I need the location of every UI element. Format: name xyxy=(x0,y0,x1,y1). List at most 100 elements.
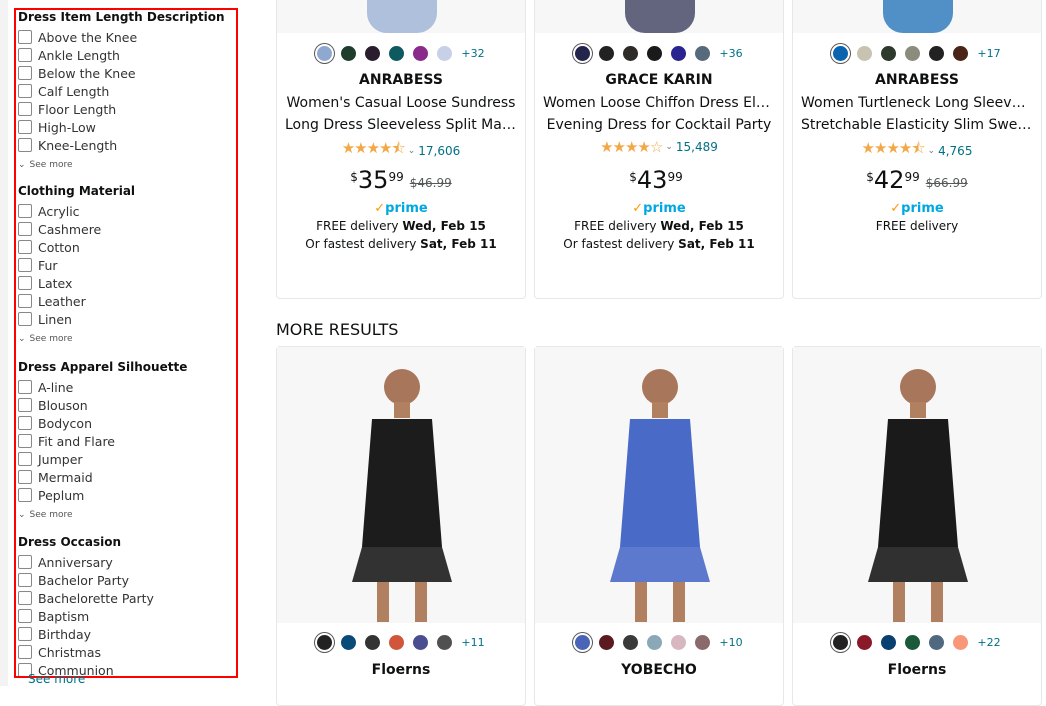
color-swatch[interactable] xyxy=(365,634,381,650)
more-colors-link[interactable]: +32 xyxy=(461,47,484,60)
more-colors-link[interactable]: +11 xyxy=(461,636,484,649)
color-swatch[interactable] xyxy=(833,634,849,650)
product-title-link[interactable]: Women Turtleneck Long Sleeve Knit Stretch… xyxy=(801,92,1033,136)
see-more-link-cutoff[interactable]: See more xyxy=(28,672,85,686)
filter-option[interactable]: Christmas xyxy=(18,643,154,661)
filter-option[interactable]: Bachelor Party xyxy=(18,571,154,589)
review-count[interactable]: 15,489 xyxy=(676,140,718,154)
filter-option[interactable]: Bachelorette Party xyxy=(18,589,154,607)
product-image[interactable] xyxy=(793,0,1041,33)
checkbox[interactable] xyxy=(18,555,32,569)
filter-option[interactable]: Acrylic xyxy=(18,202,135,220)
checkbox[interactable] xyxy=(18,609,32,623)
more-colors-link[interactable]: +10 xyxy=(719,636,742,649)
filter-option[interactable]: Fur xyxy=(18,256,135,274)
filter-option[interactable]: Linen xyxy=(18,310,135,328)
checkbox[interactable] xyxy=(18,488,32,502)
filter-option[interactable]: Cotton xyxy=(18,238,135,256)
product-title-link[interactable]: Women's Casual Loose Sundress Long Dress … xyxy=(285,92,517,136)
checkbox[interactable] xyxy=(18,276,32,290)
more-colors-link[interactable]: +22 xyxy=(977,636,1000,649)
checkbox[interactable] xyxy=(18,416,32,430)
filter-option[interactable]: Latex xyxy=(18,274,135,292)
checkbox[interactable] xyxy=(18,120,32,134)
color-swatch[interactable] xyxy=(695,634,711,650)
color-swatch[interactable] xyxy=(905,45,921,61)
color-swatch[interactable] xyxy=(389,45,405,61)
filter-option[interactable]: Below the Knee xyxy=(18,64,225,82)
color-swatch[interactable] xyxy=(695,45,711,61)
checkbox[interactable] xyxy=(18,312,32,326)
color-swatch[interactable] xyxy=(341,634,357,650)
color-swatch[interactable] xyxy=(881,45,897,61)
filter-option[interactable]: Fit and Flare xyxy=(18,432,187,450)
color-swatch[interactable] xyxy=(881,634,897,650)
see-more-link[interactable]: ⌄ See more xyxy=(18,328,135,346)
color-swatch[interactable] xyxy=(647,45,663,61)
filter-option[interactable]: A-line xyxy=(18,378,187,396)
see-more-link[interactable]: ⌄ See more xyxy=(18,154,225,172)
more-colors-link[interactable]: +17 xyxy=(977,47,1000,60)
filter-option[interactable]: Birthday xyxy=(18,625,154,643)
color-swatch[interactable] xyxy=(929,634,945,650)
filter-option[interactable]: Calf Length xyxy=(18,82,225,100)
filter-option[interactable]: Leather xyxy=(18,292,135,310)
filter-option[interactable]: Jumper xyxy=(18,450,187,468)
rating[interactable]: ★★★★⯪ ⌄ 4,765 xyxy=(793,138,1041,163)
filter-option[interactable]: High-Low xyxy=(18,118,225,136)
checkbox[interactable] xyxy=(18,258,32,272)
checkbox[interactable] xyxy=(18,452,32,466)
checkbox[interactable] xyxy=(18,30,32,44)
color-swatch[interactable] xyxy=(599,634,615,650)
checkbox[interactable] xyxy=(18,204,32,218)
see-more-link[interactable]: ⌄ See more xyxy=(18,504,187,522)
product-image[interactable] xyxy=(535,0,783,33)
color-swatch[interactable] xyxy=(575,45,591,61)
checkbox[interactable] xyxy=(18,294,32,308)
checkbox[interactable] xyxy=(18,48,32,62)
color-swatch[interactable] xyxy=(413,634,429,650)
filter-option[interactable]: Ankle Length xyxy=(18,46,225,64)
color-swatch[interactable] xyxy=(317,45,333,61)
color-swatch[interactable] xyxy=(365,45,381,61)
color-swatch[interactable] xyxy=(671,45,687,61)
color-swatch[interactable] xyxy=(671,634,687,650)
color-swatch[interactable] xyxy=(437,634,453,650)
checkbox[interactable] xyxy=(18,434,32,448)
checkbox[interactable] xyxy=(18,240,32,254)
color-swatch[interactable] xyxy=(317,634,333,650)
filter-option[interactable]: Bodycon xyxy=(18,414,187,432)
checkbox[interactable] xyxy=(18,66,32,80)
checkbox[interactable] xyxy=(18,645,32,659)
filter-option[interactable]: Baptism xyxy=(18,607,154,625)
rating[interactable]: ★★★★⯪ ⌄ 17,606 xyxy=(277,138,525,163)
product-title-link[interactable]: Women Loose Chiffon Dress Elegant Evening… xyxy=(543,92,775,136)
review-count[interactable]: 4,765 xyxy=(938,144,972,158)
filter-option[interactable]: Blouson xyxy=(18,396,187,414)
color-swatch[interactable] xyxy=(437,45,453,61)
color-swatch[interactable] xyxy=(953,45,969,61)
review-count[interactable]: 17,606 xyxy=(418,144,460,158)
filter-option[interactable]: Mermaid xyxy=(18,468,187,486)
color-swatch[interactable] xyxy=(623,45,639,61)
filter-option[interactable]: Cashmere xyxy=(18,220,135,238)
checkbox[interactable] xyxy=(18,627,32,641)
color-swatch[interactable] xyxy=(857,634,873,650)
checkbox[interactable] xyxy=(18,380,32,394)
product-image[interactable] xyxy=(277,0,525,33)
more-colors-link[interactable]: +36 xyxy=(719,47,742,60)
checkbox[interactable] xyxy=(18,84,32,98)
checkbox[interactable] xyxy=(18,222,32,236)
color-swatch[interactable] xyxy=(833,45,849,61)
rating[interactable]: ★★★★☆ ⌄ 15,489 xyxy=(535,138,783,156)
filter-option[interactable]: Anniversary xyxy=(18,553,154,571)
checkbox[interactable] xyxy=(18,573,32,587)
checkbox[interactable] xyxy=(18,470,32,484)
product-image[interactable] xyxy=(535,347,783,623)
color-swatch[interactable] xyxy=(599,45,615,61)
product-image[interactable] xyxy=(277,347,525,623)
color-swatch[interactable] xyxy=(857,45,873,61)
checkbox[interactable] xyxy=(18,398,32,412)
checkbox[interactable] xyxy=(18,138,32,152)
color-swatch[interactable] xyxy=(929,45,945,61)
